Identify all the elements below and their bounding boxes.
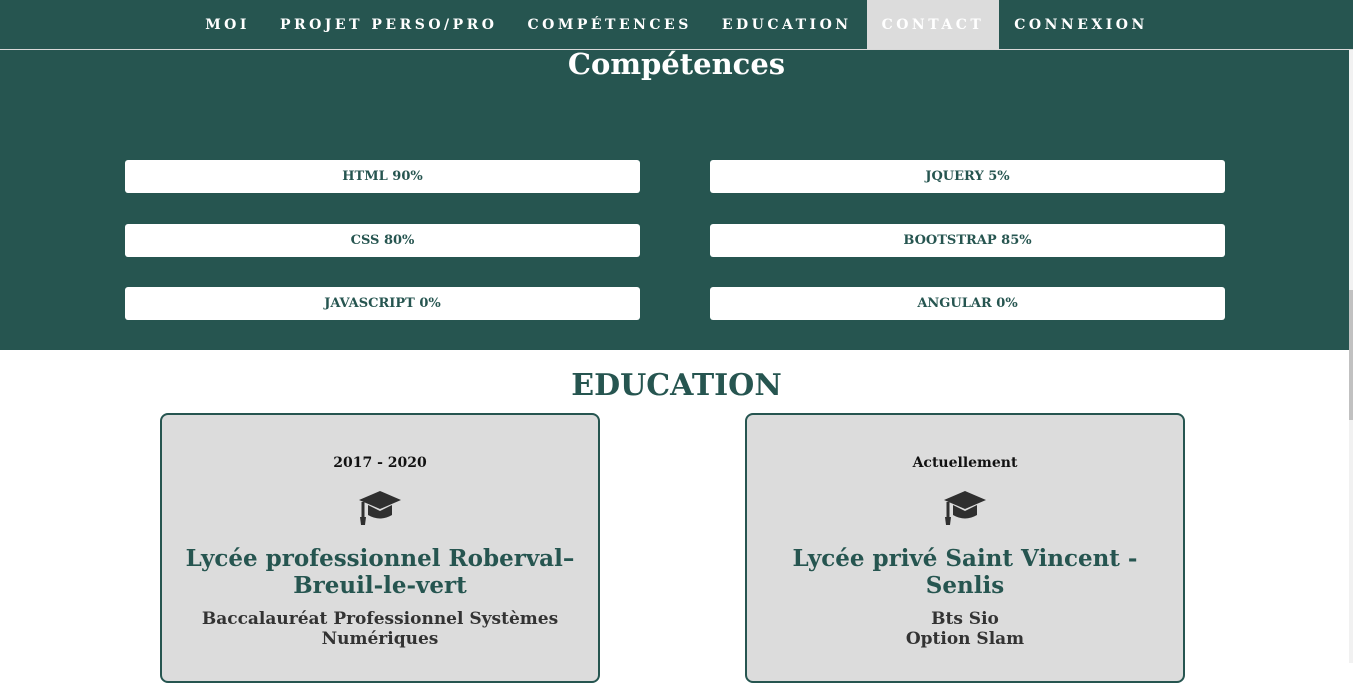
skill-bar-html: HTML 90%	[125, 160, 640, 193]
skill-bar-javascript: JAVASCRIPT 0%	[125, 287, 640, 320]
education-degree-line: Numériques	[321, 629, 439, 649]
graduation-cap-icon	[942, 489, 988, 529]
education-date: 2017 - 2020	[333, 455, 427, 471]
education-date: Actuellement	[912, 455, 1018, 471]
education-school: Lycée privé Saint Vincent - Senlis	[792, 545, 1138, 599]
education-title: EDUCATION	[571, 368, 782, 403]
skill-bar-jquery: JQUERY 5%	[710, 160, 1225, 193]
page-scrollbar[interactable]	[1349, 0, 1353, 663]
skills-title: Compétences	[567, 47, 786, 81]
nav-item-education[interactable]: EDUCATION	[707, 0, 867, 49]
education-degree: Baccalauréat Professionnel Systèmes Numé…	[172, 609, 588, 649]
skill-bar-css: CSS 80%	[125, 224, 640, 257]
scrollbar-thumb[interactable]	[1349, 290, 1353, 420]
skills-section: Compétences HTML 90% JQUERY 5% CSS 80% B…	[0, 50, 1353, 350]
skill-bar-bootstrap: BOOTSTRAP 85%	[710, 224, 1225, 257]
nav-item-connexion[interactable]: CONNEXION	[999, 0, 1163, 49]
graduation-cap-icon	[357, 489, 403, 529]
nav-item-moi[interactable]: MOI	[190, 0, 265, 49]
top-navbar: MOI PROJET PERSO/PRO COMPÉTENCES EDUCATI…	[0, 0, 1353, 50]
nav-item-competences[interactable]: COMPÉTENCES	[513, 0, 707, 49]
skill-bar-angular: ANGULAR 0%	[710, 287, 1225, 320]
education-card: 2017 - 2020 Lycée professionnel Roberval…	[160, 413, 600, 683]
education-degree-line: Bts Sio	[931, 609, 999, 629]
nav-item-contact[interactable]: CONTACT	[866, 0, 1000, 49]
education-card: Actuellement Lycée privé Saint Vincent -…	[745, 413, 1185, 683]
education-school: Lycée professionnel Roberval–Breuil-le-v…	[185, 545, 575, 599]
education-degree-line: Baccalauréat Professionnel Systèmes	[201, 609, 559, 629]
nav-item-projet[interactable]: PROJET PERSO/PRO	[265, 0, 513, 49]
education-degree: Bts Sio Option Slam	[757, 609, 1173, 649]
education-degree-line: Option Slam	[905, 629, 1025, 649]
